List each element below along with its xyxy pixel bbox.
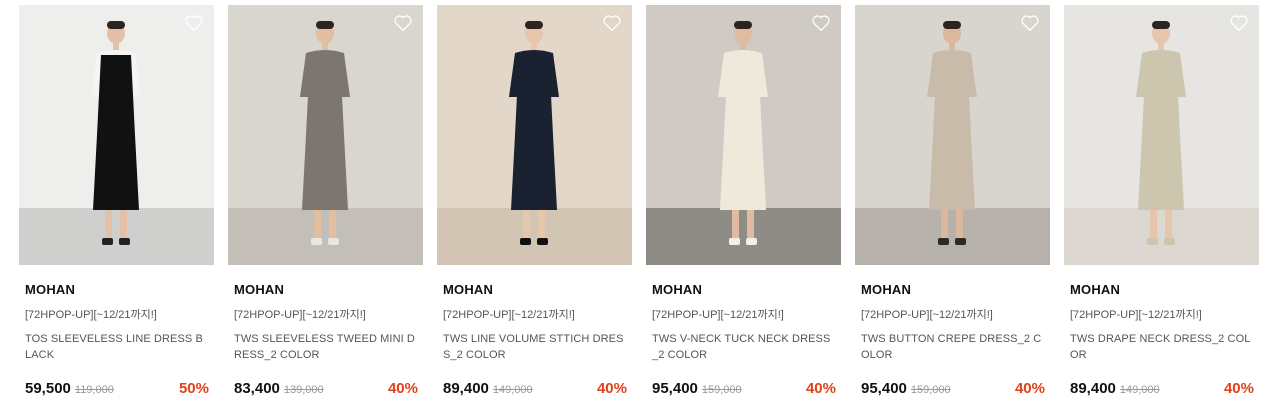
brand-name[interactable]: MOHAN (25, 282, 208, 297)
original-price: 139,000 (283, 384, 324, 396)
product-image[interactable] (19, 5, 214, 265)
product-card[interactable]: MOHAN [72HPOP-UP][~12/21까지!] TOS SLEEVEL… (19, 5, 214, 397)
sale-price: 83,400 (234, 380, 280, 397)
price-row: 59,500 119,000 50% (25, 380, 209, 397)
price-row: 95,400 159,000 40% (652, 380, 836, 397)
price-row: 95,400 159,000 40% (861, 380, 1045, 397)
product-card[interactable]: MOHAN [72HPOP-UP][~12/21까지!] TWS V-NECK … (646, 5, 841, 397)
discount-rate: 40% (596, 380, 627, 397)
brand-name[interactable]: MOHAN (652, 282, 835, 297)
original-price: 159,000 (701, 384, 742, 396)
heart-icon[interactable] (811, 14, 831, 32)
sale-price: 95,400 (861, 380, 907, 397)
product-info: MOHAN [72HPOP-UP][~12/21까지!] TWS V-NECK … (646, 282, 841, 363)
product-name[interactable]: TWS SLEEVELESS TWEED MINI DRESS_2 COLOR (234, 331, 417, 363)
product-card[interactable]: MOHAN [72HPOP-UP][~12/21까지!] TWS BUTTON … (855, 5, 1050, 397)
promo-tag: [72HPOP-UP][~12/21까지!] (861, 309, 993, 321)
product-image[interactable] (855, 5, 1050, 265)
promo-tag: [72HPOP-UP][~12/21까지!] (234, 309, 366, 321)
brand-name[interactable]: MOHAN (861, 282, 1044, 297)
heart-icon[interactable] (393, 14, 413, 32)
product-name[interactable]: TWS BUTTON CREPE DRESS_2 COLOR (861, 331, 1044, 363)
sale-price: 89,400 (443, 380, 489, 397)
product-info: MOHAN [72HPOP-UP][~12/21까지!] TWS LINE VO… (437, 282, 632, 363)
product-name[interactable]: TWS DRAPE NECK DRESS_2 COLOR (1070, 331, 1253, 363)
product-image[interactable] (646, 5, 841, 265)
product-name[interactable]: TOS SLEEVELESS LINE DRESS BLACK (25, 331, 208, 363)
original-price: 149,000 (492, 384, 533, 396)
product-info: MOHAN [72HPOP-UP][~12/21까지!] TWS SLEEVEL… (228, 282, 423, 363)
promo-tag: [72HPOP-UP][~12/21까지!] (25, 309, 157, 321)
brand-name[interactable]: MOHAN (1070, 282, 1253, 297)
product-image[interactable] (1064, 5, 1259, 265)
heart-icon[interactable] (602, 14, 622, 32)
original-price: 149,000 (1119, 384, 1160, 396)
product-info: MOHAN [72HPOP-UP][~12/21까지!] TWS DRAPE N… (1064, 282, 1259, 363)
brand-name[interactable]: MOHAN (443, 282, 626, 297)
product-card[interactable]: MOHAN [72HPOP-UP][~12/21까지!] TWS SLEEVEL… (228, 5, 423, 397)
product-info: MOHAN [72HPOP-UP][~12/21까지!] TOS SLEEVEL… (19, 282, 214, 363)
model-figure (927, 21, 977, 245)
heart-icon[interactable] (1020, 14, 1040, 32)
original-price: 119,000 (74, 384, 114, 396)
heart-icon[interactable] (184, 14, 204, 32)
product-name[interactable]: TWS LINE VOLUME STTICH DRESS_2 COLOR (443, 331, 626, 363)
sale-price: 89,400 (1070, 380, 1116, 397)
discount-rate: 50% (178, 380, 209, 397)
product-grid: MOHAN [72HPOP-UP][~12/21까지!] TOS SLEEVEL… (19, 5, 1259, 397)
model-figure (509, 21, 559, 245)
product-info: MOHAN [72HPOP-UP][~12/21까지!] TWS BUTTON … (855, 282, 1050, 363)
product-image[interactable] (437, 5, 632, 265)
model-figure (1136, 21, 1186, 245)
discount-rate: 40% (805, 380, 836, 397)
product-card[interactable]: MOHAN [72HPOP-UP][~12/21까지!] TWS LINE VO… (437, 5, 632, 397)
original-price: 159,000 (910, 384, 951, 396)
product-card[interactable]: MOHAN [72HPOP-UP][~12/21까지!] TWS DRAPE N… (1064, 5, 1259, 397)
promo-tag: [72HPOP-UP][~12/21까지!] (443, 309, 575, 321)
model-figure (91, 21, 141, 245)
brand-name[interactable]: MOHAN (234, 282, 417, 297)
product-name[interactable]: TWS V-NECK TUCK NECK DRESS_2 COLOR (652, 331, 835, 363)
heart-icon[interactable] (1229, 14, 1249, 32)
discount-rate: 40% (1223, 380, 1254, 397)
discount-rate: 40% (387, 380, 418, 397)
product-image[interactable] (228, 5, 423, 265)
price-row: 89,400 149,000 40% (443, 380, 627, 397)
promo-tag: [72HPOP-UP][~12/21까지!] (652, 309, 784, 321)
model-figure (300, 21, 350, 245)
promo-tag: [72HPOP-UP][~12/21까지!] (1070, 309, 1202, 321)
sale-price: 95,400 (652, 380, 698, 397)
discount-rate: 40% (1014, 380, 1045, 397)
price-row: 89,400 149,000 40% (1070, 380, 1254, 397)
price-row: 83,400 139,000 40% (234, 380, 418, 397)
model-figure (718, 21, 768, 245)
sale-price: 59,500 (25, 380, 71, 397)
